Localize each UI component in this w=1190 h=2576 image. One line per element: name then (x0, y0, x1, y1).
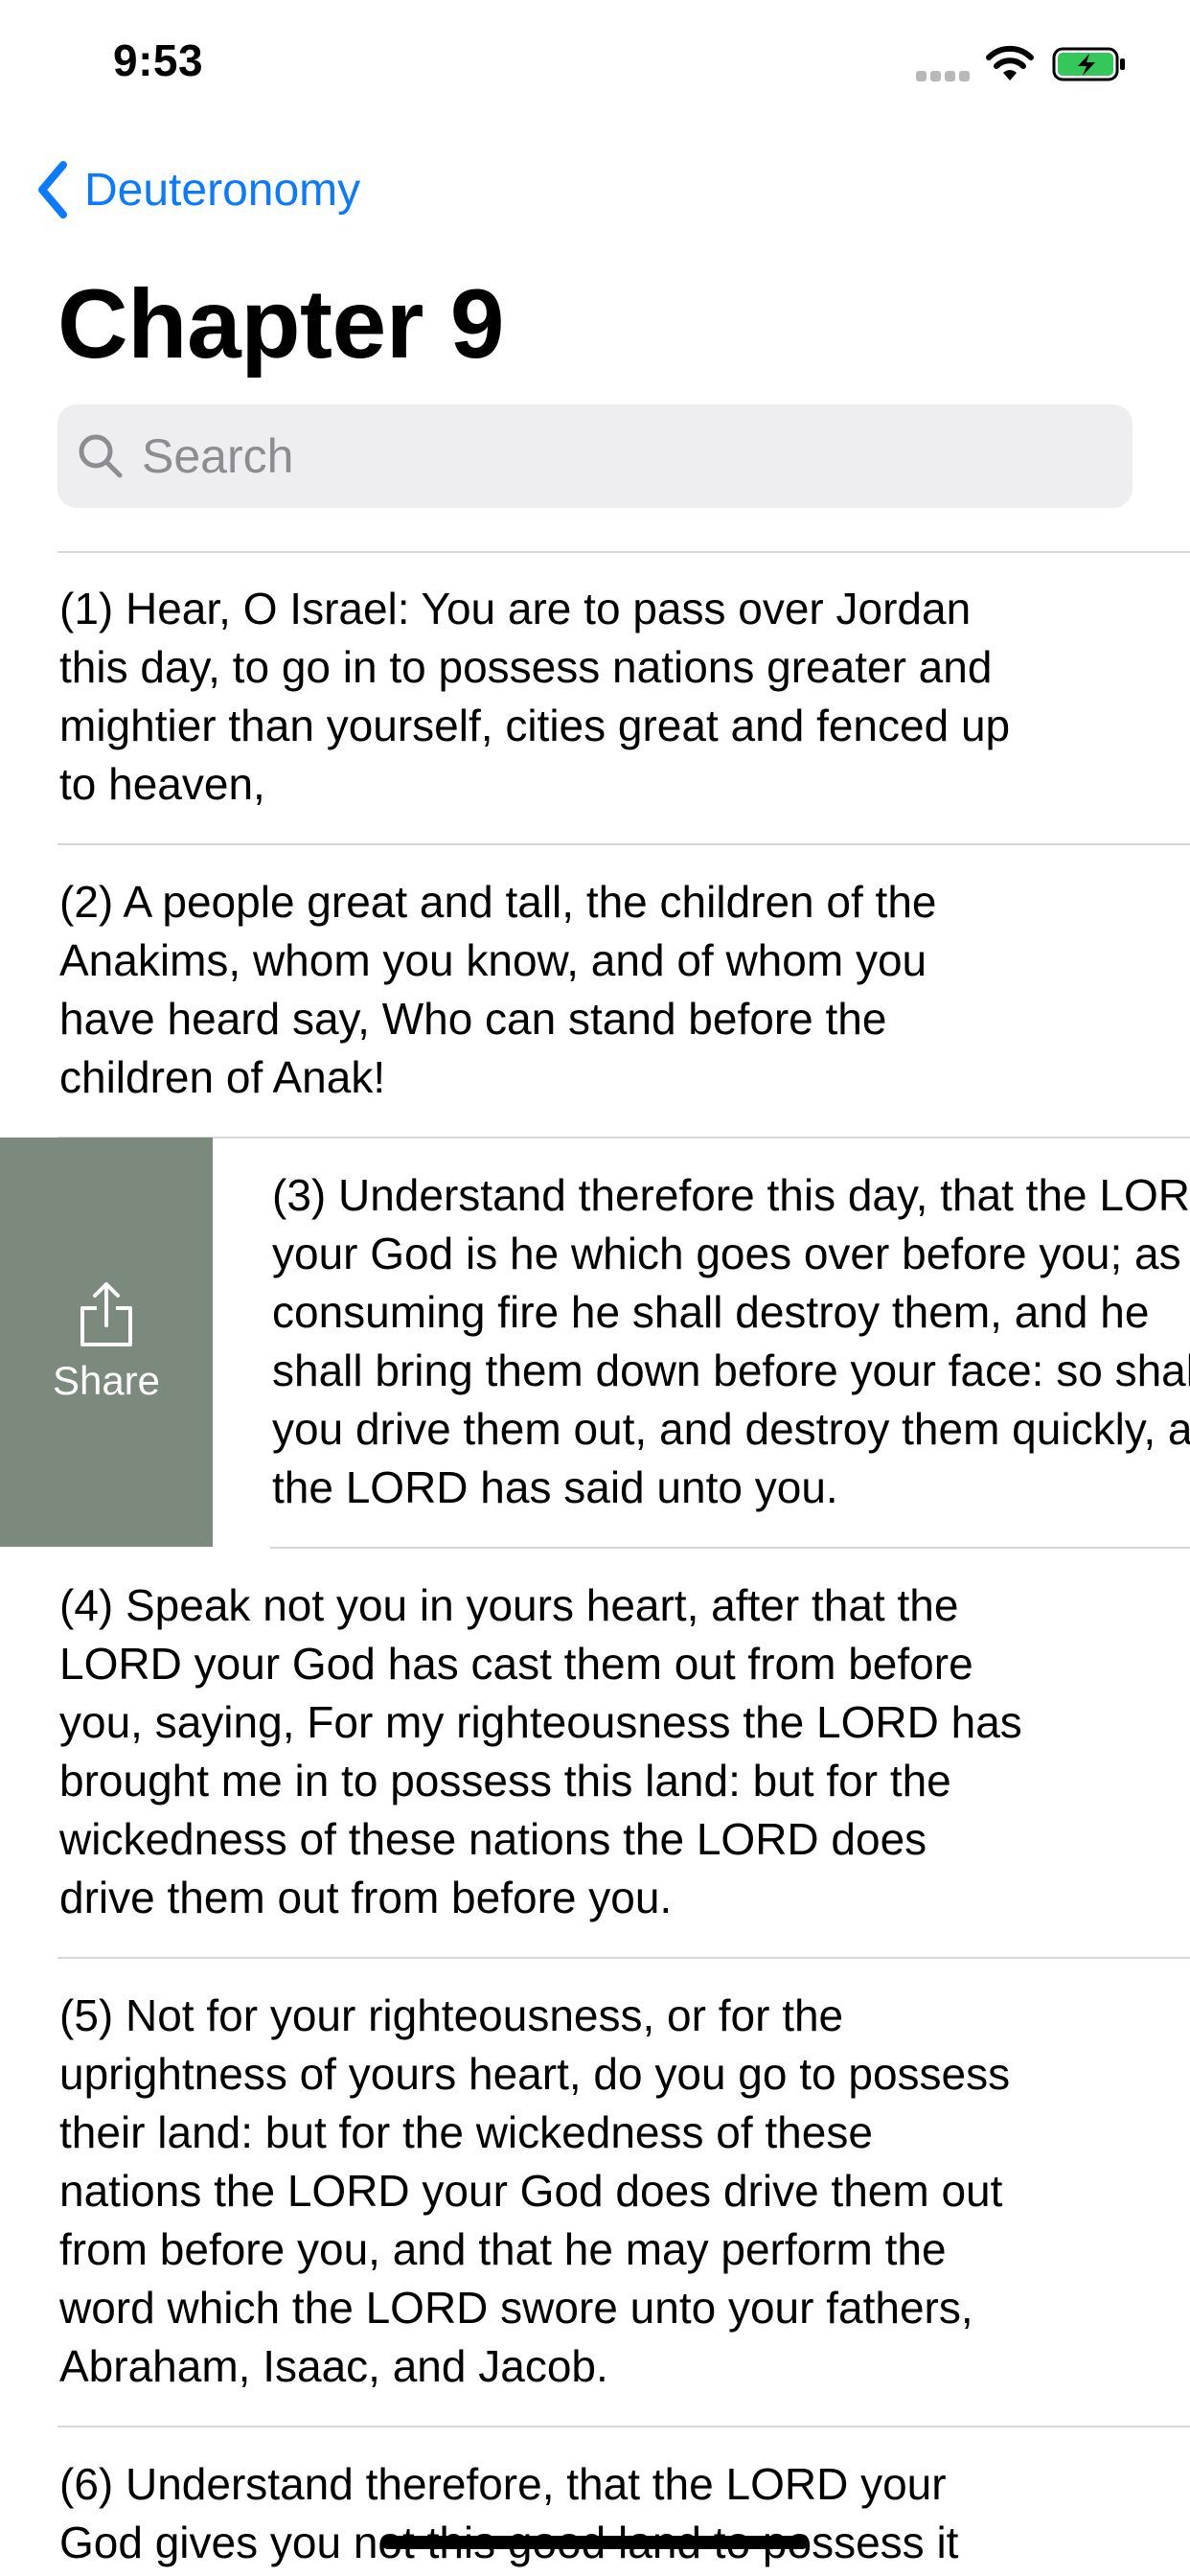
back-label: Deuteronomy (84, 164, 361, 216)
search-icon (79, 434, 123, 478)
divider (57, 1137, 1190, 1138)
verse-6[interactable]: (6) Understand therefore, that the LORD … (59, 2455, 1161, 2572)
divider (57, 1957, 1190, 1959)
divider (57, 551, 1190, 553)
share-button[interactable]: Share (0, 1138, 213, 1547)
divider (270, 1547, 1190, 1549)
search-bar[interactable] (57, 404, 1133, 508)
divider (57, 2426, 1190, 2427)
page-title: Chapter 9 (57, 269, 504, 379)
back-button[interactable]: Deuteronomy (34, 155, 360, 224)
search-input[interactable] (142, 418, 1100, 494)
verse-1[interactable]: (1) Hear, O Israel: You are to pass over… (59, 580, 1161, 814)
chevron-left-icon (38, 161, 67, 218)
cellular-signal-icon (916, 71, 970, 82)
battery-charging-icon (1052, 47, 1125, 81)
verse-4[interactable]: (4) Speak not you in yours heart, after … (59, 1576, 1161, 1927)
wifi-icon (986, 45, 1034, 80)
verse-3[interactable]: (3) Understand therefore this day, that … (272, 1166, 1190, 1517)
share-icon (80, 1281, 132, 1346)
status-bar: 9:53 (0, 0, 1190, 126)
verse-2[interactable]: (2) A people great and tall, the childre… (59, 873, 1161, 1107)
share-label: Share (52, 1357, 161, 1403)
divider (57, 843, 1190, 845)
status-time: 9:53 (113, 35, 204, 85)
screen: 9:53 Deuteronomy Chapter 9 (1) (0, 0, 1190, 2576)
verse-5[interactable]: (5) Not for your righteousness, or for t… (59, 1987, 1161, 2396)
home-indicator[interactable] (381, 2536, 809, 2549)
